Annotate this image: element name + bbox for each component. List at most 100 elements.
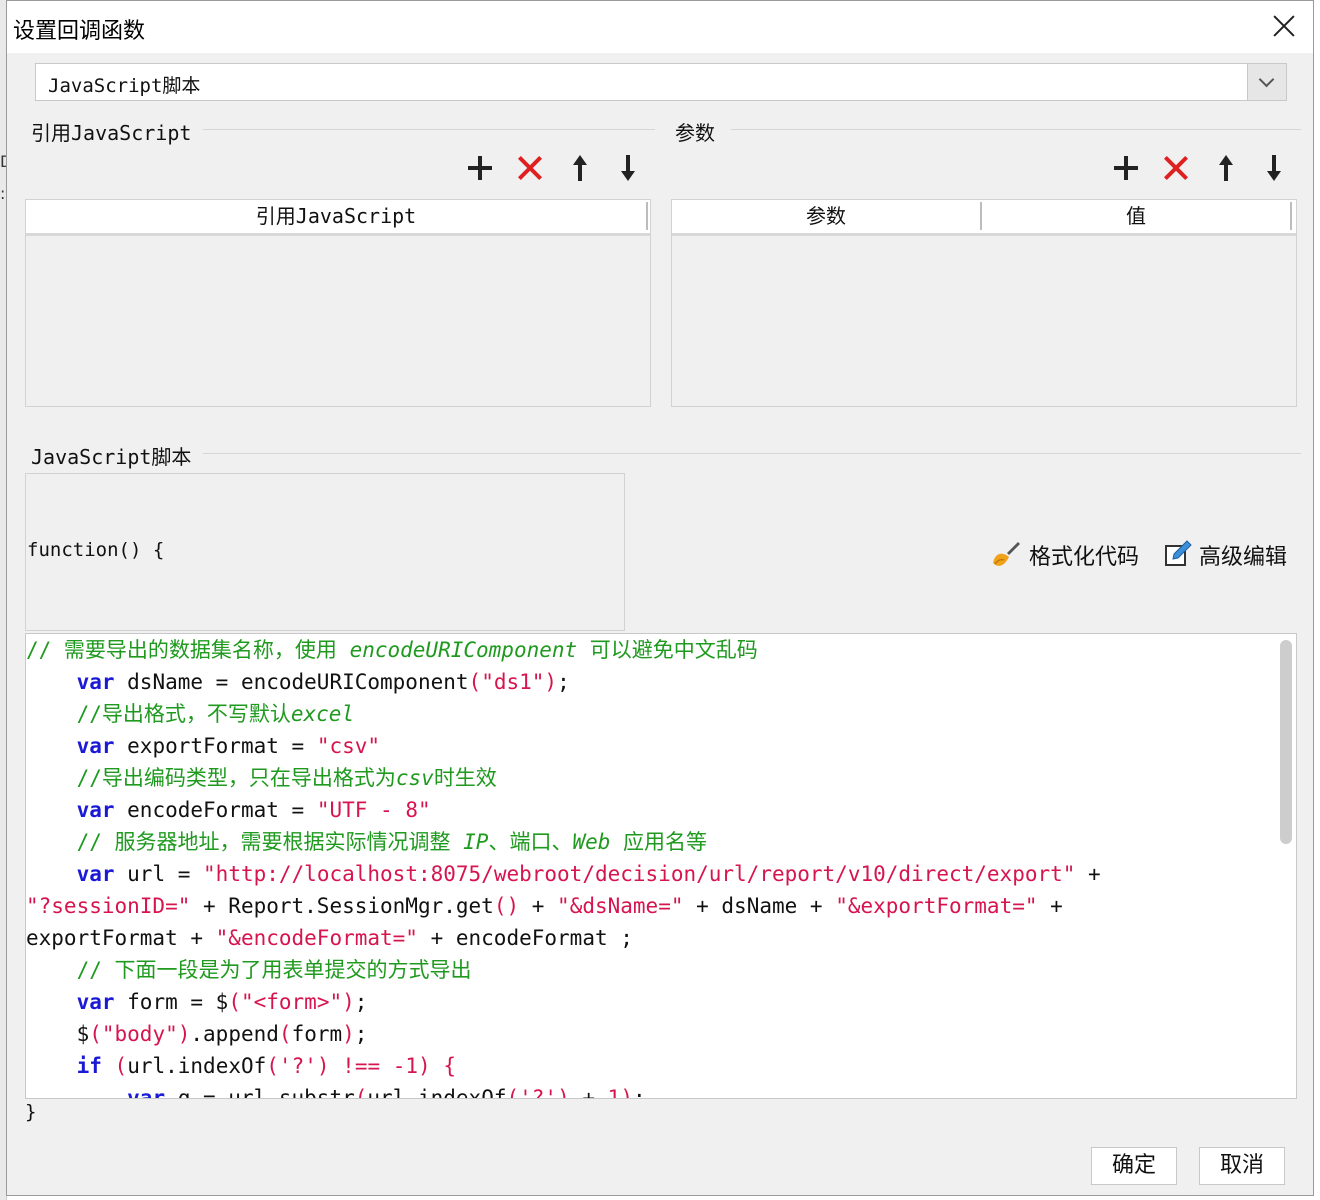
- param-group-separator: [731, 129, 1301, 130]
- code-token: (: [278, 1022, 292, 1046]
- code-token: url.indexOf: [367, 1086, 507, 1099]
- code-content[interactable]: // 需要导出的数据集名称，使用 encodeURIComponent 可以避免…: [26, 634, 1276, 1099]
- script-type-select[interactable]: JavaScript脚本: [35, 63, 1287, 101]
- delete-param-button[interactable]: [1161, 153, 1191, 183]
- param-value-column-header[interactable]: 值: [982, 200, 1290, 233]
- code-line: // 服务器地址，需要根据实际情况调整 IP、端口、Web 应用名等: [26, 826, 1276, 858]
- code-token: "&exportFormat=": [835, 894, 1038, 918]
- code-token: (: [89, 1022, 102, 1046]
- code-line: exportFormat + "&encodeFormat=" + encode…: [26, 922, 1276, 954]
- close-icon[interactable]: [1269, 11, 1299, 41]
- param-name-column-header[interactable]: 参数: [672, 200, 980, 233]
- code-token: $: [26, 1022, 90, 1046]
- code-token: (: [266, 1054, 279, 1078]
- callback-function-dialog: 设置回调函数 JavaScript脚本 引用JavaScript 引用JavaS…: [6, 0, 1314, 1196]
- code-token: //导出编码类型，只在导出格式为: [76, 766, 396, 790]
- move-up-param-button[interactable]: [1211, 153, 1241, 183]
- brush-icon[interactable]: [989, 539, 1021, 571]
- code-token: csv: [395, 766, 434, 790]
- code-token: 1): [607, 1086, 633, 1099]
- move-down-param-button[interactable]: [1259, 153, 1289, 183]
- code-line: "?sessionID=" + Report.SessionMgr.get() …: [26, 890, 1276, 922]
- code-line: // 下面一段是为了用表单提交的方式导出: [26, 954, 1276, 986]
- code-token: (: [228, 990, 241, 1014]
- code-token: //导出格式，不写默认: [76, 702, 291, 726]
- code-token: ;: [354, 1022, 368, 1046]
- ref-js-table[interactable]: 引用JavaScript: [25, 199, 651, 407]
- code-token: exportFormat =: [114, 734, 317, 758]
- code-token: var: [76, 862, 115, 886]
- code-line: //导出格式，不写默认excel: [26, 698, 1276, 730]
- code-token: "&encodeFormat=": [215, 926, 418, 950]
- code-token: 可以避免中文乱码: [577, 638, 758, 662]
- function-signature: function() {: [27, 539, 165, 561]
- code-token: .append: [190, 1022, 279, 1046]
- code-token: 、端口、: [488, 830, 573, 854]
- cancel-button[interactable]: 取消: [1199, 1147, 1285, 1185]
- code-token: dsName = encodeURIComponent: [114, 670, 469, 694]
- title-bar: 设置回调函数: [7, 1, 1313, 53]
- code-token: "http://localhost:8075/webroot/decision/…: [203, 862, 1076, 886]
- advanced-edit-button[interactable]: 高级编辑: [1199, 539, 1287, 571]
- code-token: var: [76, 734, 115, 758]
- dialog-title: 设置回调函数: [13, 19, 146, 44]
- code-line: var encodeFormat = "UTF - 8": [26, 794, 1276, 826]
- editor-scrollbar[interactable]: [1280, 640, 1292, 844]
- code-token: var: [76, 670, 115, 694]
- code-token: +: [569, 1086, 608, 1099]
- code-token: '?': [519, 1086, 558, 1099]
- code-token: encodeFormat =: [114, 798, 317, 822]
- code-line: if (url.indexOf('?') !== -1) {: [26, 1050, 1276, 1082]
- ref-js-group-separator: [203, 129, 655, 130]
- move-down-ref-js-button[interactable]: [613, 153, 643, 183]
- column-divider: [646, 202, 648, 230]
- code-token: (: [468, 670, 482, 694]
- delete-ref-js-button[interactable]: [515, 153, 545, 183]
- code-token: (): [493, 894, 520, 918]
- code-token: 应用名等: [610, 830, 708, 854]
- code-line: var q = url.substr(url.indexOf('?') + 1)…: [26, 1082, 1276, 1099]
- param-group-title: 参数: [675, 117, 721, 146]
- code-token: + Report.SessionMgr.get: [190, 894, 494, 918]
- script-group-title: JavaScript脚本: [31, 441, 198, 470]
- param-table[interactable]: 参数 值: [671, 199, 1297, 407]
- code-token: exportFormat +: [26, 926, 216, 950]
- format-code-button[interactable]: 格式化代码: [1029, 539, 1139, 571]
- move-up-ref-js-button[interactable]: [565, 153, 595, 183]
- code-line: var form = $("<form>");: [26, 986, 1276, 1018]
- chevron-down-icon[interactable]: [1247, 64, 1286, 100]
- ok-button[interactable]: 确定: [1091, 1147, 1177, 1185]
- code-token: +: [1037, 894, 1063, 918]
- edit-icon[interactable]: [1163, 539, 1193, 569]
- ref-js-group-title-text: 引用JavaScript: [31, 121, 192, 145]
- ref-js-table-header: 引用JavaScript: [26, 200, 650, 236]
- ref-js-column-header[interactable]: 引用JavaScript: [26, 200, 646, 233]
- code-token: !==: [342, 1054, 381, 1078]
- add-ref-js-button[interactable]: [465, 153, 495, 183]
- code-token: "ds1": [481, 670, 545, 694]
- code-token: q = url.substr: [165, 1086, 355, 1099]
- code-token: "<form>": [240, 990, 343, 1014]
- code-token: ): [342, 990, 355, 1014]
- code-token: '?': [278, 1054, 317, 1078]
- add-param-button[interactable]: [1111, 153, 1141, 183]
- code-token: url.indexOf: [127, 1054, 267, 1078]
- code-token: IP: [463, 830, 489, 854]
- code-token: excel: [290, 702, 355, 726]
- code-editor[interactable]: // 需要导出的数据集名称，使用 encodeURIComponent 可以避免…: [25, 633, 1297, 1099]
- code-token: (: [506, 1086, 520, 1099]
- code-token: form: [291, 1022, 343, 1046]
- code-token: encodeURIComponent: [349, 638, 578, 662]
- code-token: // 服务器地址，需要根据实际情况调整: [76, 830, 464, 854]
- code-token: ;: [557, 670, 570, 694]
- script-group-separator: [203, 453, 1301, 454]
